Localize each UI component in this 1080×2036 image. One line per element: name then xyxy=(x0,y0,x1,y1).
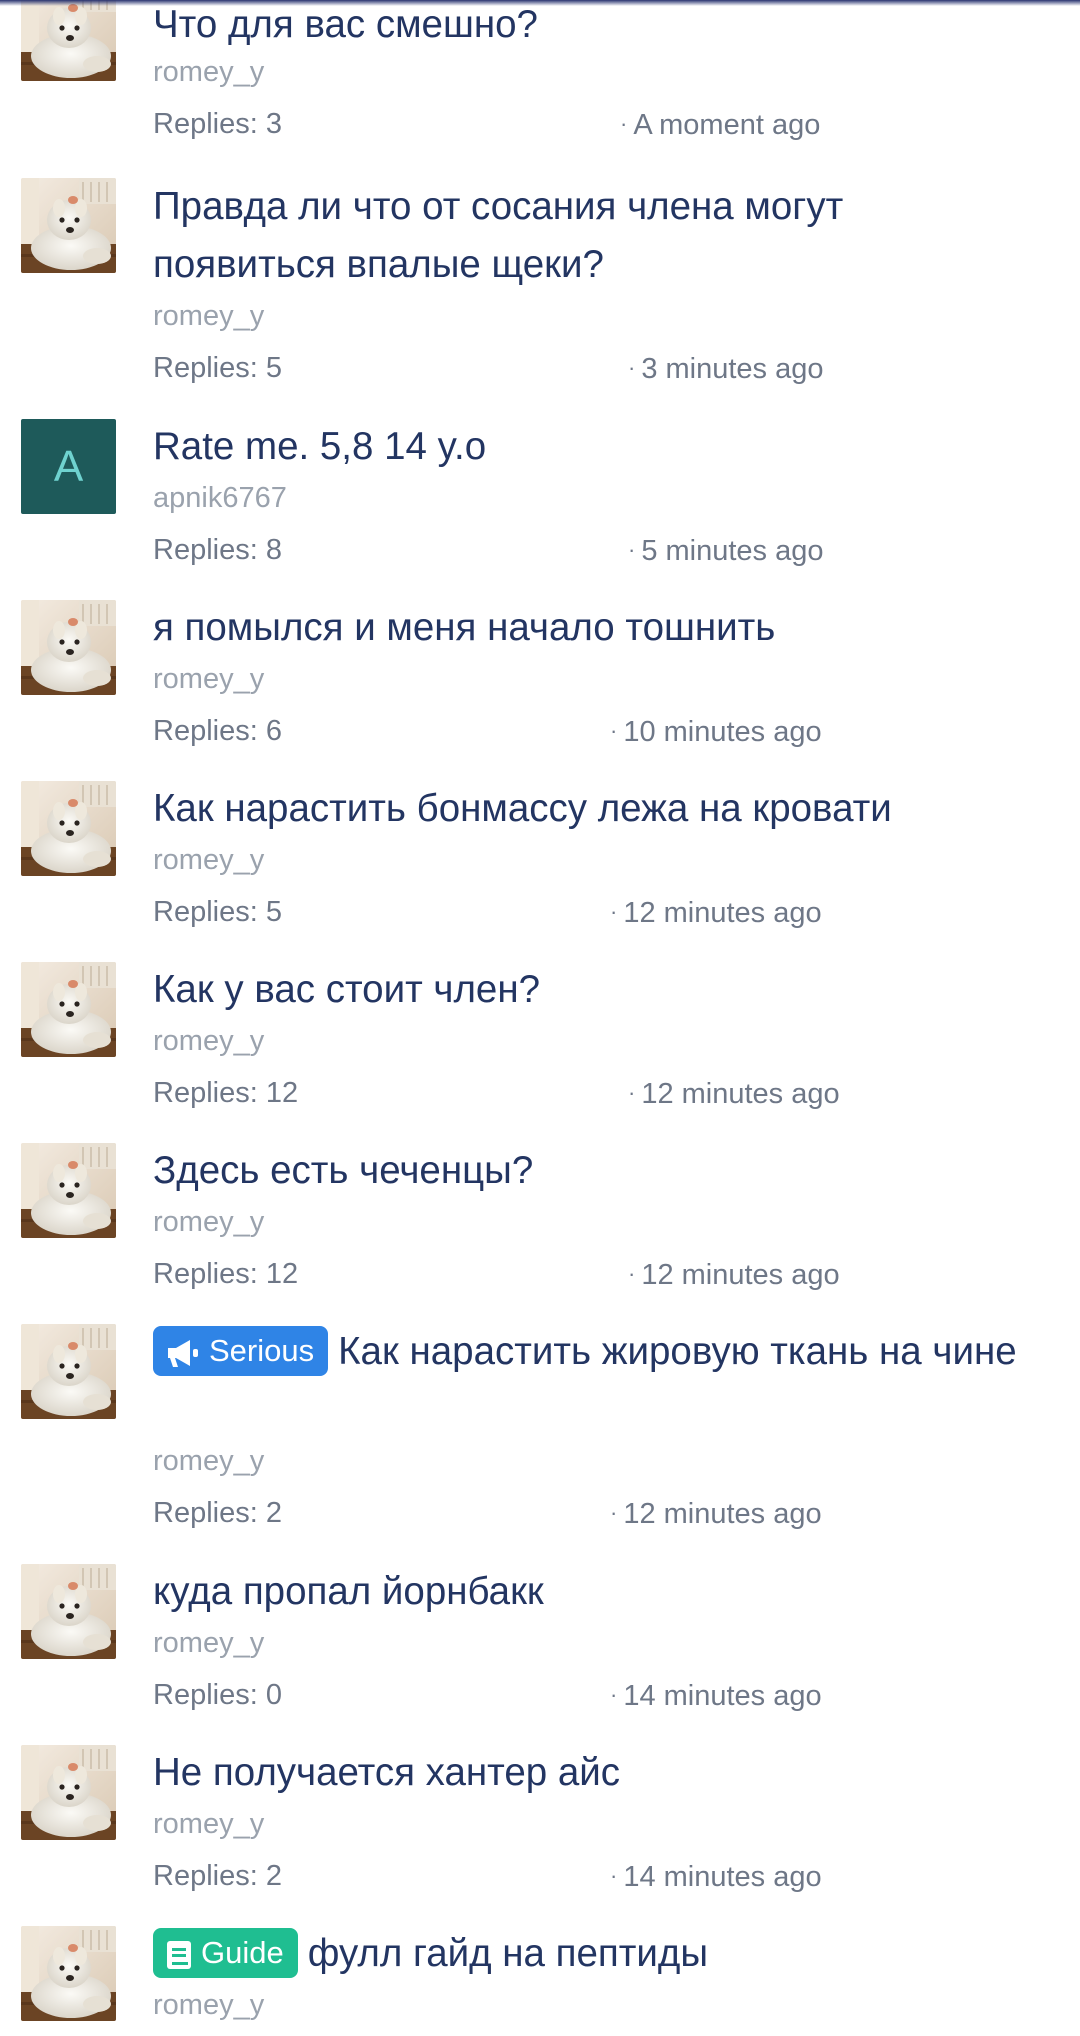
user-avatar[interactable] xyxy=(21,1143,116,1238)
reply-count: Replies: 0 xyxy=(153,1679,282,1711)
reply-count: Replies: 5 xyxy=(153,896,282,928)
thread-time: · 12 minutes ago xyxy=(610,897,822,929)
thread-author[interactable]: romey_y xyxy=(153,659,264,699)
thread-time: · 3 minutes ago xyxy=(628,353,824,385)
book-icon xyxy=(167,1941,191,1969)
user-avatar[interactable] xyxy=(21,781,116,876)
serious-badge[interactable]: Serious xyxy=(153,1326,329,1376)
thread-title[interactable]: я помылся и меня начало тошнить xyxy=(153,599,1053,657)
user-avatar[interactable] xyxy=(21,600,116,695)
thread-author[interactable]: romey_y xyxy=(153,1623,264,1663)
thread-author[interactable]: romey_y xyxy=(153,1985,264,2025)
thread-title[interactable]: Что для вас смешно? xyxy=(153,0,1053,54)
thread-time: · 12 minutes ago xyxy=(610,1498,822,1530)
thread-author[interactable]: romey_y xyxy=(153,296,264,336)
thread-author[interactable]: romey_y xyxy=(153,1441,264,1481)
thread-title[interactable]: куда пропал йорнбакк xyxy=(153,1563,1053,1621)
user-avatar[interactable] xyxy=(21,1324,116,1419)
reply-count: Replies: 2 xyxy=(153,1860,282,1892)
thread-author[interactable]: romey_y xyxy=(153,840,264,880)
user-avatar[interactable]: A xyxy=(21,419,116,514)
reply-count: Replies: 12 xyxy=(153,1258,299,1290)
thread-title[interactable]: Guide фулл гайд на пептиды xyxy=(153,1925,1053,1983)
reply-count: Replies: 5 xyxy=(153,352,282,384)
thread-author[interactable]: romey_y xyxy=(153,1804,264,1844)
user-avatar[interactable] xyxy=(21,962,116,1057)
thread-title[interactable]: Не получается хантер айс xyxy=(153,1744,1053,1802)
thread-author[interactable]: romey_y xyxy=(153,1202,264,1242)
top-bar-shadow xyxy=(0,0,1080,6)
user-avatar[interactable] xyxy=(21,1745,116,1840)
reply-count: Replies: 12 xyxy=(153,1077,299,1109)
thread-author[interactable]: romey_y xyxy=(153,1021,264,1061)
megaphone-icon xyxy=(168,1340,198,1367)
thread-time: · 5 minutes ago xyxy=(628,535,824,567)
reply-count: Replies: 8 xyxy=(153,534,282,566)
reply-count: Replies: 2 xyxy=(153,1497,282,1529)
reply-count: Replies: 3 xyxy=(153,108,282,140)
guide-badge[interactable]: Guide xyxy=(153,1928,298,1978)
user-avatar[interactable] xyxy=(21,178,116,273)
thread-title[interactable]: Serious Как нарастить жировую ткань на ч… xyxy=(153,1323,1053,1381)
reply-count: Replies: 6 xyxy=(153,715,282,747)
thread-title[interactable]: Как у вас стоит член? xyxy=(153,961,1053,1019)
thread-time: · 12 minutes ago xyxy=(628,1259,840,1291)
thread-time: · 12 minutes ago xyxy=(628,1078,840,1110)
thread-author[interactable]: apnik6767 xyxy=(153,478,287,518)
thread-author[interactable]: romey_y xyxy=(153,52,264,92)
thread-time: · 14 minutes ago xyxy=(610,1680,822,1712)
thread-time: · 10 minutes ago xyxy=(610,716,822,748)
thread-title[interactable]: Правда ли что от сосания члена могут поя… xyxy=(153,178,953,294)
thread-title[interactable]: Здесь есть чеченцы? xyxy=(153,1142,1053,1200)
thread-time: · A moment ago xyxy=(620,109,821,141)
thread-title[interactable]: Как нарастить бонмассу лежа на кровати xyxy=(153,780,1053,838)
user-avatar[interactable] xyxy=(21,0,116,81)
user-avatar[interactable] xyxy=(21,1564,116,1659)
thread-title[interactable]: Rate me. 5,8 14 y.o xyxy=(153,418,1053,476)
user-avatar[interactable] xyxy=(21,1926,116,2021)
thread-time: · 14 minutes ago xyxy=(610,1861,822,1893)
